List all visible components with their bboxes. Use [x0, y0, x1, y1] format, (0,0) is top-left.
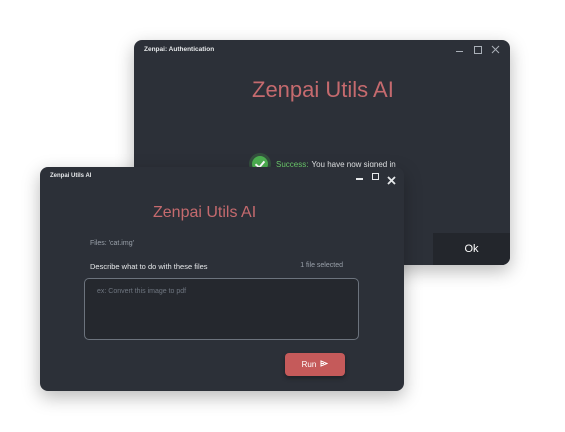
ok-button[interactable]: Ok: [433, 233, 510, 265]
app-brand-title: Zenpai Utils AI: [153, 204, 257, 221]
run-label: Run: [301, 360, 317, 369]
main-window: Zenpai Utils AI Zenpai Utils AI Files: '…: [40, 167, 404, 391]
prompt-input[interactable]: [84, 278, 359, 340]
window-controls: [455, 45, 500, 54]
maximize-icon[interactable]: [473, 45, 482, 54]
file-count: 1 file selected: [300, 262, 343, 269]
close-icon[interactable]: [491, 45, 500, 54]
files-value: 'cat.img': [108, 240, 134, 247]
send-icon: [320, 360, 329, 369]
maximize-icon[interactable]: [371, 172, 380, 181]
window-controls: [355, 172, 396, 185]
window-title: Zenpai Utils AI: [50, 173, 92, 179]
app-brand-title: Zenpai Utils AI: [252, 77, 394, 102]
files-label: Files:: [90, 240, 107, 247]
desktop: Zenpai: Authentication Zenpai Utils AI S…: [0, 0, 565, 432]
files-info: Files: 'cat.img': [90, 240, 134, 247]
close-icon[interactable]: [387, 172, 396, 185]
window-title: Zenpai: Authentication: [144, 46, 215, 53]
minimize-icon[interactable]: [455, 45, 464, 54]
run-button[interactable]: Run: [285, 353, 345, 376]
minimize-icon[interactable]: [355, 172, 364, 181]
title-bar[interactable]: Zenpai: Authentication: [134, 40, 510, 64]
description-label: Describe what to do with these files: [90, 262, 208, 271]
